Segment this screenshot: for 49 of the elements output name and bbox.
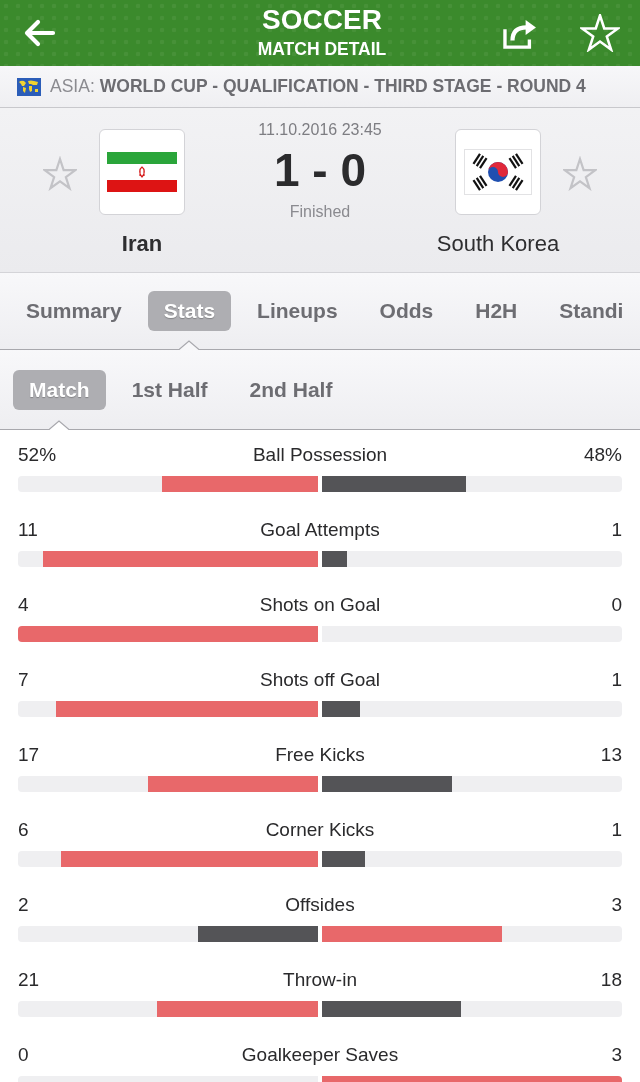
tab[interactable]: Summary (10, 291, 138, 331)
stat-label: Corner Kicks (265, 819, 375, 841)
back-icon[interactable] (24, 19, 56, 47)
tab[interactable]: 1st Half (115, 369, 224, 410)
world-map-icon (17, 77, 41, 96)
star-icon[interactable] (563, 156, 597, 192)
flag-icon (107, 152, 177, 192)
stat-label: Offsides (285, 894, 355, 916)
away-value: 0 (611, 594, 622, 616)
tab[interactable]: Standi (543, 291, 640, 331)
home-value: 11 (18, 519, 38, 541)
competition-region: ASIA: (50, 76, 95, 97)
away-value: 1 (611, 519, 622, 541)
away-value: 3 (611, 1044, 622, 1066)
home-value: 6 (18, 819, 29, 841)
match-status: Finished (289, 202, 351, 222)
header-title: SOCCER (262, 5, 382, 35)
tab[interactable]: Odds (363, 291, 450, 331)
home-value: 17 (18, 744, 40, 766)
home-value: 21 (18, 969, 40, 991)
away-value: 48% (583, 444, 622, 466)
home-value: 7 (18, 669, 29, 691)
stat-label: Goalkeeper Saves (241, 1044, 399, 1066)
away-value: 13 (600, 744, 622, 766)
header-subtitle: MATCH DETAIL (257, 39, 387, 59)
stat-label: Throw-in (283, 969, 357, 991)
match-date: 11.10.2016 23:45 (258, 120, 382, 140)
stat-label: Ball Possession (252, 444, 388, 466)
stat-label: Goal Attempts (260, 519, 380, 541)
away-value: 1 (611, 669, 622, 691)
stat-label: Shots on Goal (259, 594, 381, 616)
team-name: Iran (121, 231, 163, 257)
away-value: 3 (611, 894, 622, 916)
away-value: 18 (600, 969, 622, 991)
stat-label: Shots off Goal (259, 669, 381, 691)
star-icon[interactable] (43, 156, 77, 192)
home-value: 52% (18, 444, 57, 466)
stat-label: Free Kicks (275, 744, 365, 766)
home-value: 2 (18, 894, 29, 916)
competition-name: WORLD CUP - QUALIFICATION - THIRD STAGE - ROUND 4 (99, 76, 586, 97)
team-name: South Korea (436, 231, 560, 257)
away-value: 1 (611, 819, 622, 841)
home-value: 0 (18, 1044, 29, 1066)
tab[interactable]: H2H (459, 291, 534, 331)
home-value: 4 (18, 594, 29, 616)
flag-icon (464, 149, 532, 195)
tab[interactable]: 2nd Half (233, 369, 349, 410)
tab[interactable]: Lineups (241, 291, 354, 331)
match-score: 1 - 0 (273, 144, 366, 196)
